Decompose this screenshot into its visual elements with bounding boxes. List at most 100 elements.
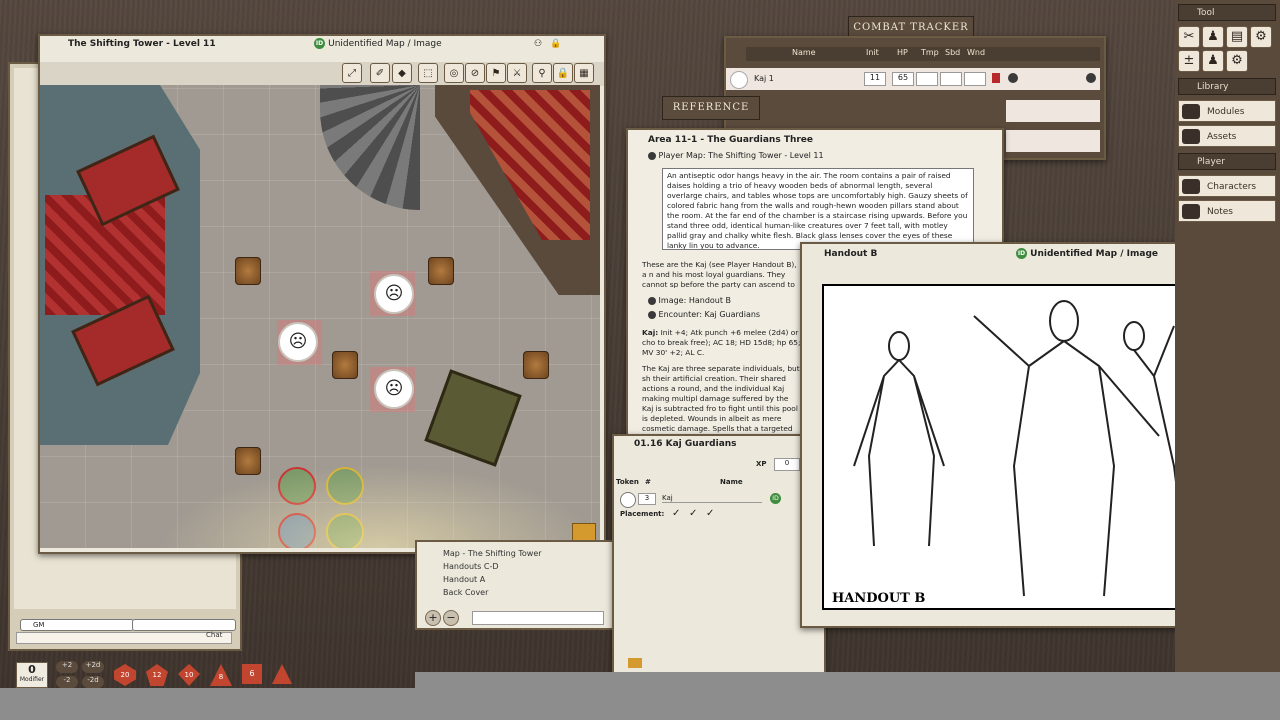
notes-icon bbox=[1182, 204, 1200, 219]
check-icon[interactable]: ✓ bbox=[706, 508, 714, 519]
grid-icon[interactable]: ▦ bbox=[574, 63, 594, 83]
mod-minus2-button[interactable]: -2 bbox=[56, 676, 78, 688]
handout-caption: HANDOUT B bbox=[832, 591, 925, 606]
col-wnd: Wnd bbox=[967, 48, 986, 57]
combat-row-name[interactable]: Kaj 1 bbox=[754, 74, 774, 83]
handout-status-text: Unidentified Map / Image bbox=[1030, 249, 1159, 259]
mod-minus2d-button[interactable]: -2d bbox=[82, 676, 104, 688]
target-icon[interactable]: ◎ bbox=[444, 63, 464, 83]
modifier-icon[interactable]: ± bbox=[1178, 50, 1200, 72]
target-icon[interactable] bbox=[1008, 73, 1018, 83]
check-icon[interactable]: ✓ bbox=[672, 508, 680, 519]
map-toolbar: ⤢ ✐ ◆ ⬚ ◎ ⊘ ⚑ ⚔ ⚲ 🔒 ▦ bbox=[40, 62, 604, 86]
pointer-icon[interactable]: ✐ bbox=[370, 63, 390, 83]
link-icon bbox=[648, 151, 656, 160]
d6-icon[interactable]: 6 bbox=[242, 664, 262, 684]
chat-identity-select[interactable]: GM bbox=[20, 619, 134, 631]
col-number: # bbox=[645, 478, 651, 486]
chat-identity-value: GM bbox=[33, 621, 45, 629]
share-icon[interactable]: ⚇ bbox=[534, 36, 542, 52]
encounter-token[interactable] bbox=[620, 492, 636, 508]
combat-row-hp[interactable]: 65 bbox=[892, 72, 914, 86]
sidebar-item-assets[interactable]: Assets bbox=[1178, 125, 1276, 147]
modifier-box[interactable]: 0 Modifier bbox=[16, 662, 48, 688]
encounter-titlebar[interactable]: 01.16 Kaj Guardians bbox=[614, 436, 824, 452]
mask-icon[interactable]: ⊘ bbox=[465, 63, 485, 83]
options-icon[interactable]: ⚙ bbox=[1250, 26, 1272, 48]
image-link-text: Image: Handout B bbox=[658, 296, 732, 305]
faction-icon[interactable] bbox=[992, 73, 1000, 83]
reference-list-panel: Map - The Shifting Tower Handouts C-D Ha… bbox=[415, 540, 614, 630]
select-icon[interactable]: ⬚ bbox=[418, 63, 438, 83]
encounter-link[interactable]: Encounter: Kaj Guardians bbox=[648, 310, 760, 319]
combat-tracker-columns: Name Init HP Tmp Sbd Wnd bbox=[746, 47, 1100, 61]
effects-icon[interactable]: ♟ bbox=[1202, 50, 1224, 72]
add-icon[interactable]: + bbox=[425, 610, 441, 626]
eraser-icon[interactable]: ◆ bbox=[392, 63, 412, 83]
modifier-label: Modifier bbox=[19, 676, 45, 683]
stat-label: Kaj: bbox=[642, 328, 659, 337]
kaj-token[interactable]: ☹ bbox=[374, 274, 414, 314]
tool-icon[interactable]: ✂ bbox=[1178, 26, 1200, 48]
chat-send-button[interactable]: Chat bbox=[206, 631, 222, 639]
encounter-window: 01.16 Kaj Guardians XP 0 Token # Name 3 … bbox=[612, 434, 826, 676]
tool-header[interactable]: Tool bbox=[1178, 4, 1276, 21]
sidebar-item-modules[interactable]: Modules bbox=[1178, 100, 1276, 122]
stat-text: Init +4; Atk punch +6 melee (2d4) or cho… bbox=[642, 328, 801, 357]
list-item[interactable]: Handouts C-D bbox=[443, 562, 499, 571]
flag-icon[interactable]: ⚑ bbox=[486, 63, 506, 83]
gear-icon[interactable]: ⚙ bbox=[1226, 50, 1248, 72]
list-item[interactable]: Handout A bbox=[443, 575, 485, 584]
encounter-count[interactable]: 3 bbox=[638, 493, 656, 505]
pillar bbox=[332, 351, 358, 379]
assets-icon bbox=[1182, 129, 1200, 144]
check-icon[interactable]: ✓ bbox=[689, 508, 697, 519]
combat-row[interactable] bbox=[1006, 100, 1100, 122]
combat-row[interactable] bbox=[1006, 130, 1100, 152]
zoom-fit-icon[interactable]: ⤢ bbox=[342, 63, 362, 83]
list-item[interactable]: Map - The Shifting Tower bbox=[443, 549, 542, 558]
modifier-value: 0 bbox=[28, 663, 36, 676]
pin-icon[interactable]: ⚲ bbox=[532, 63, 552, 83]
list-filter-input[interactable] bbox=[472, 611, 604, 625]
col-hp: HP bbox=[897, 48, 908, 57]
kaj-token[interactable]: ☹ bbox=[374, 369, 414, 409]
chat-input[interactable] bbox=[16, 632, 232, 644]
combat-row-sbd[interactable] bbox=[940, 72, 962, 86]
map-id-badge: ID Unidentified Map / Image bbox=[314, 36, 442, 52]
list-item[interactable]: Back Cover bbox=[443, 588, 488, 597]
library-header[interactable]: Library bbox=[1178, 78, 1276, 95]
combat-row[interactable]: Kaj 1 11 65 bbox=[726, 68, 1100, 90]
xp-input[interactable]: 0 bbox=[774, 458, 800, 471]
swords-icon[interactable]: ⚔ bbox=[507, 63, 527, 83]
sidebar-item-notes[interactable]: Notes bbox=[1178, 200, 1276, 222]
party-icon[interactable]: ♟ bbox=[1202, 26, 1224, 48]
envelope-icon[interactable] bbox=[628, 658, 642, 668]
mod-plus2d-button[interactable]: +2d bbox=[82, 661, 104, 673]
menu-icon[interactable] bbox=[1086, 73, 1096, 83]
map-canvas[interactable]: ☹ ☹ ☹ bbox=[40, 85, 600, 548]
image-link[interactable]: Image: Handout B bbox=[648, 296, 731, 305]
combat-row-init[interactable]: 11 bbox=[864, 72, 886, 86]
encounter-name[interactable]: Kaj bbox=[662, 494, 762, 503]
reference-map-link[interactable]: Player Map: The Shifting Tower - Level 1… bbox=[648, 151, 824, 160]
sidebar-item-characters[interactable]: Characters bbox=[1178, 175, 1276, 197]
lock-icon[interactable]: 🔒 bbox=[550, 36, 561, 52]
boxed-text: An antiseptic odor hangs heavy in the ai… bbox=[662, 168, 974, 250]
sidebar-item-label: Characters bbox=[1207, 182, 1257, 192]
chat-mood-select[interactable] bbox=[132, 619, 236, 631]
reference-title: Area 11-1 - The Guardians Three bbox=[648, 135, 814, 145]
combat-row-wnd[interactable] bbox=[964, 72, 986, 86]
combat-row-tmp[interactable] bbox=[916, 72, 938, 86]
id-icon[interactable]: ID bbox=[770, 493, 781, 504]
map-link-text: Player Map: The Shifting Tower - Level 1… bbox=[658, 151, 824, 160]
kaj-token[interactable]: ☹ bbox=[278, 322, 318, 362]
mod-plus2-button[interactable]: +2 bbox=[56, 661, 78, 673]
remove-icon[interactable]: − bbox=[443, 610, 459, 626]
col-token: Token bbox=[616, 478, 639, 486]
calendar-icon[interactable]: ▤ bbox=[1226, 26, 1248, 48]
player-header[interactable]: Player bbox=[1178, 153, 1276, 170]
reference-paragraph: The Kaj are three separate individuals, … bbox=[642, 364, 800, 436]
map-window-titlebar[interactable]: The Shifting Tower - Level 11 ID Unident… bbox=[40, 36, 604, 52]
lock-token-icon[interactable]: 🔒 bbox=[553, 63, 573, 83]
